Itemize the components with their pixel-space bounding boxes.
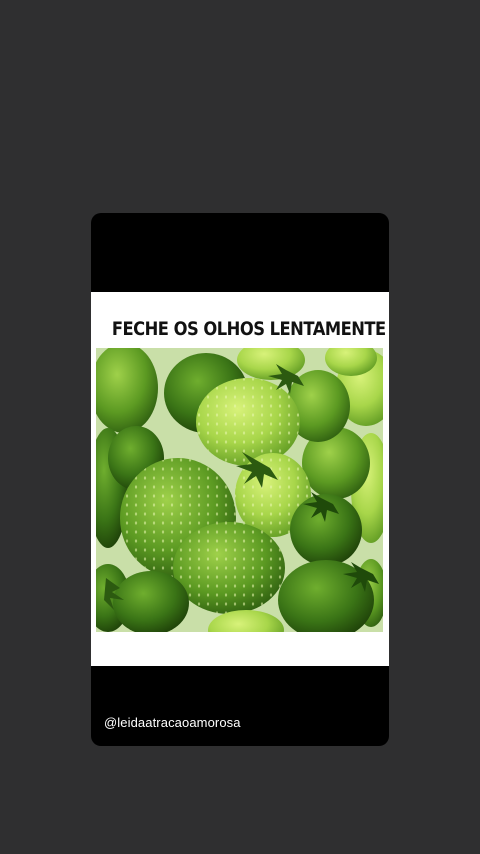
meme-caption: FECHE OS OLHOS LENTAMENTE bbox=[111, 318, 386, 340]
story-card[interactable]: FECHE OS OLHOS LENTAMENTE @leidaatracaoa… bbox=[91, 213, 389, 746]
meme-panel: FECHE OS OLHOS LENTAMENTE bbox=[91, 292, 389, 666]
story-username[interactable]: @leidaatracaoamorosa bbox=[104, 715, 241, 730]
story-viewer: FECHE OS OLHOS LENTAMENTE @leidaatracaoa… bbox=[0, 0, 480, 854]
green-strawberries-image bbox=[96, 348, 383, 632]
